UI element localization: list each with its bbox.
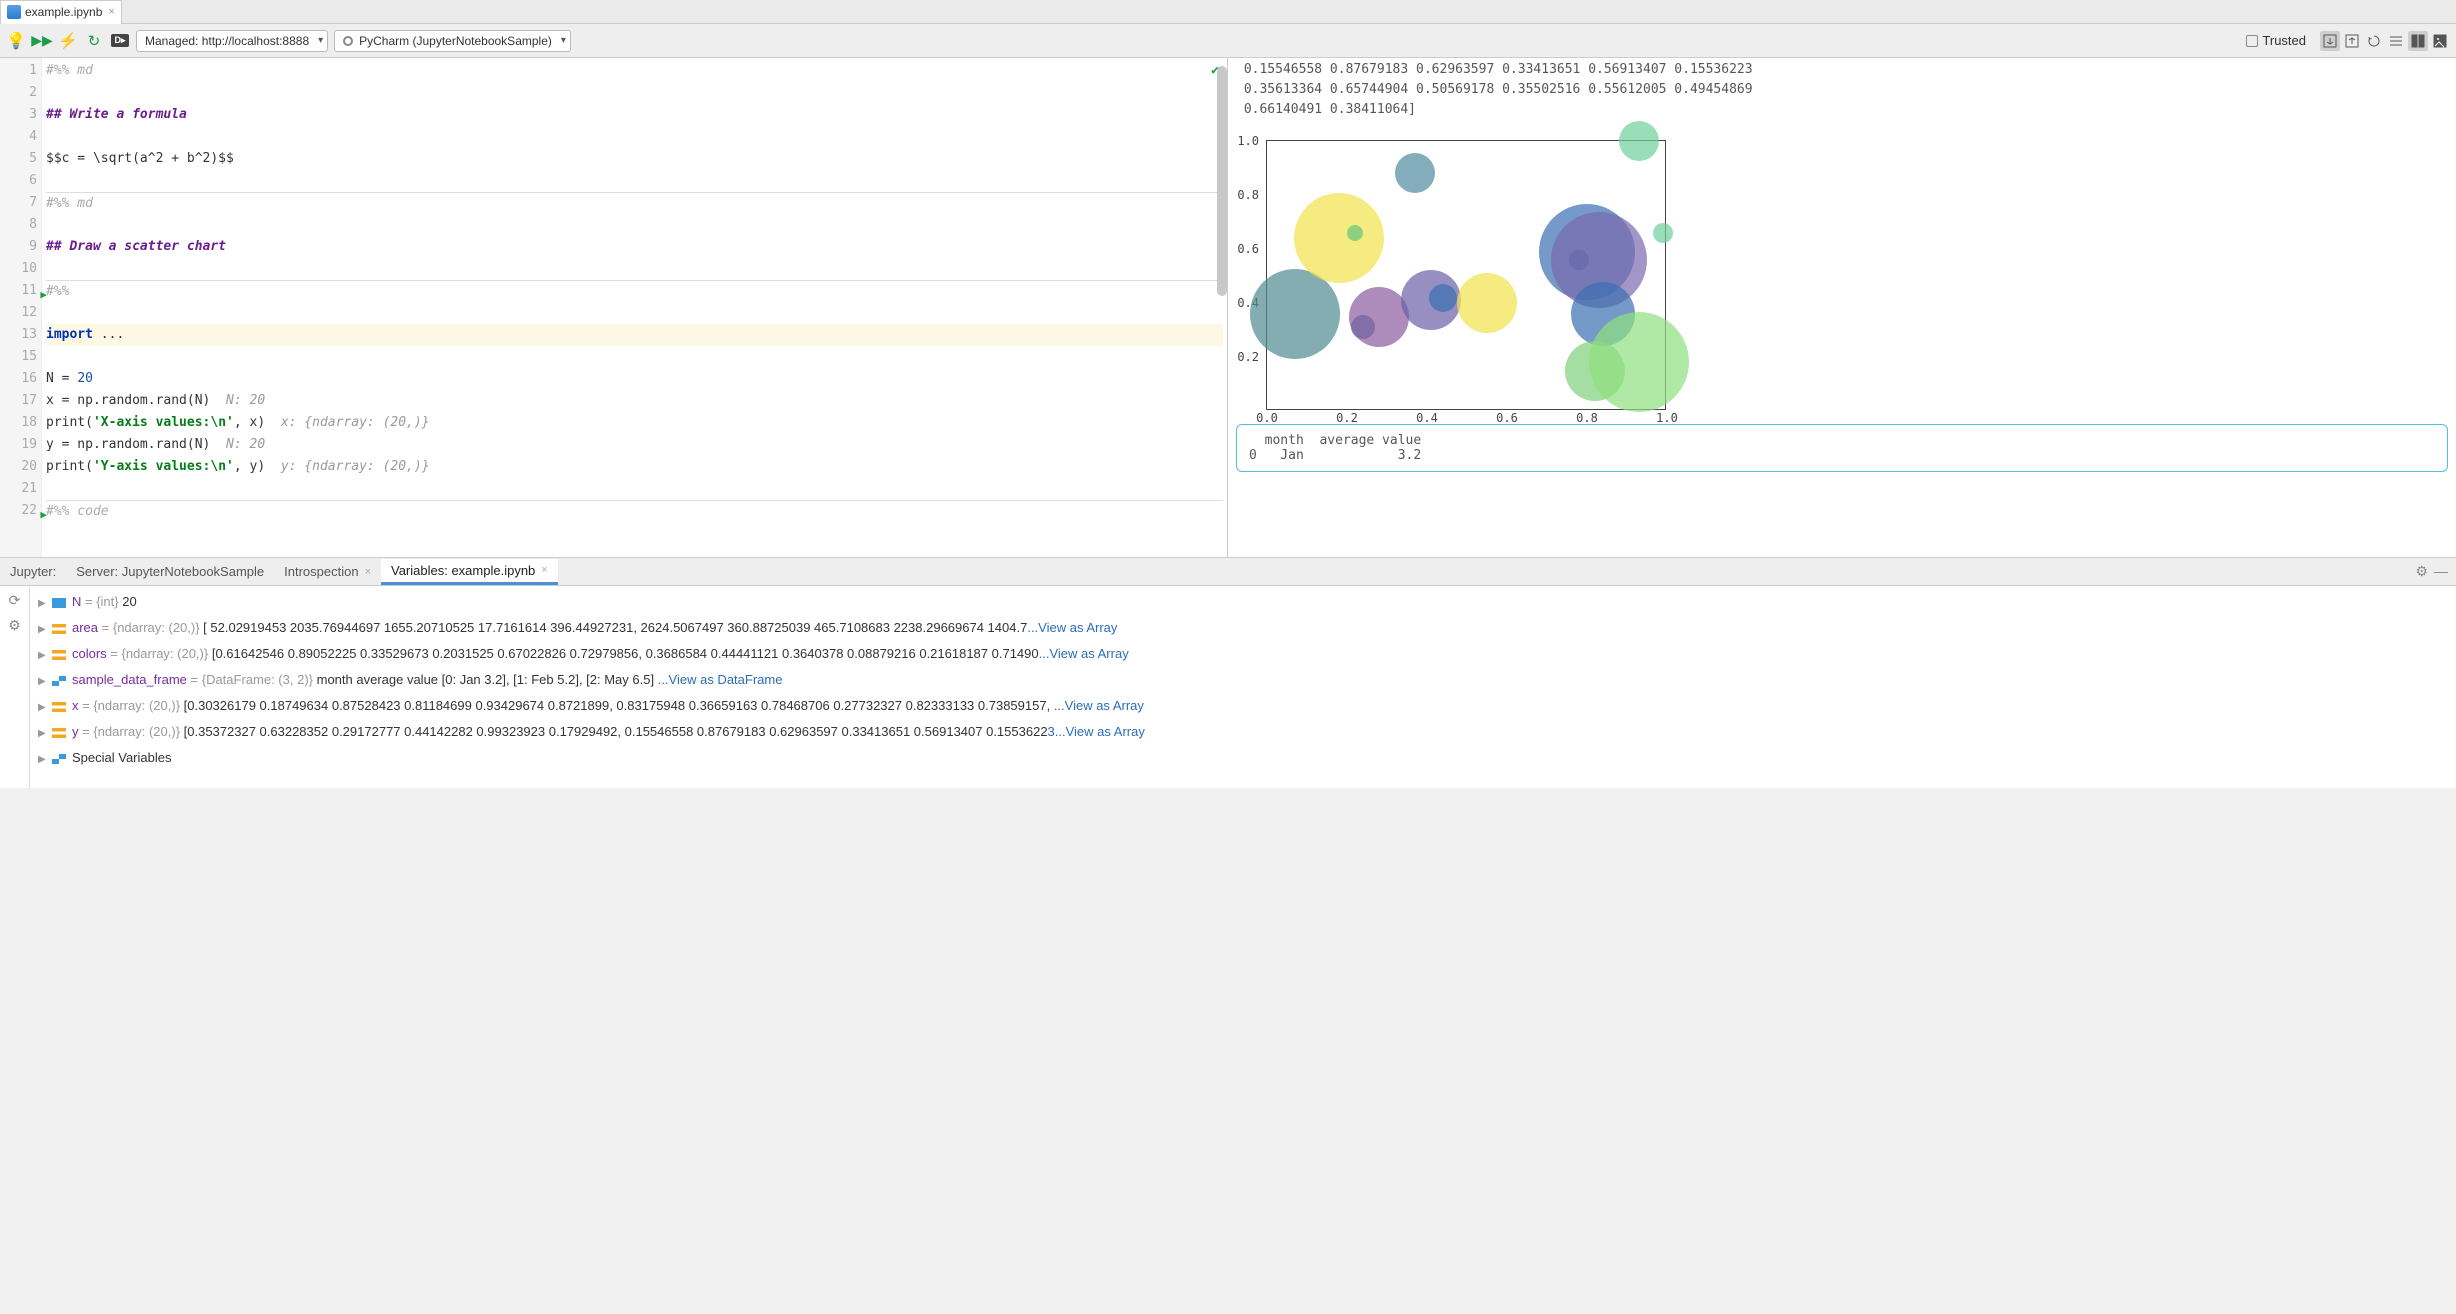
code-line[interactable]: #%% md xyxy=(46,192,1223,214)
chevron-down-icon: ▾ xyxy=(561,35,566,46)
chart-point xyxy=(1347,225,1363,241)
tab-server-label: Server: JupyterNotebookSample xyxy=(76,564,264,579)
code-line[interactable]: y = np.random.rand(N) N: 20 xyxy=(46,434,1223,456)
chart-point xyxy=(1619,121,1659,161)
variable-row[interactable]: ▶Special Variables xyxy=(38,746,2448,772)
code-line[interactable]: import ... xyxy=(46,324,1223,346)
code-line[interactable] xyxy=(46,214,1223,236)
code-line[interactable]: x = np.random.rand(N) N: 20 xyxy=(46,390,1223,412)
tab-server[interactable]: Server: JupyterNotebookSample xyxy=(66,559,274,585)
trusted-checkbox[interactable]: Trusted xyxy=(2246,33,2306,48)
code-line[interactable] xyxy=(46,258,1223,280)
code-line[interactable]: print('X-axis values:\n', x) x: {ndarray… xyxy=(46,412,1223,434)
circle-icon xyxy=(343,36,353,46)
code-line[interactable] xyxy=(46,478,1223,500)
variable-row[interactable]: ▶colors = {ndarray: (20,)} [0.61642546 0… xyxy=(38,642,2448,668)
code-line[interactable]: N = 20 xyxy=(46,368,1223,390)
server-combo[interactable]: Managed: http://localhost:8888 ▾ xyxy=(136,30,328,52)
close-icon[interactable]: × xyxy=(365,566,371,578)
code-line[interactable]: $$c = \sqrt(a^2 + b^2)$$ xyxy=(46,148,1223,170)
dataframe-output: month average value 0 Jan 3.2 xyxy=(1236,424,2448,472)
env-combo-label: PyCharm (JupyterNotebookSample) xyxy=(359,34,552,48)
restart-icon[interactable]: ↻ xyxy=(84,31,104,51)
file-tab[interactable]: example.ipynb × xyxy=(0,0,122,24)
jupyter-panel: Jupyter: Server: JupyterNotebookSample I… xyxy=(0,558,2456,788)
code-line[interactable] xyxy=(46,82,1223,104)
chevron-down-icon: ▾ xyxy=(318,35,323,46)
chart-point xyxy=(1653,223,1673,243)
split-view-icon[interactable] xyxy=(2408,31,2428,51)
tab-variables-label: Variables: example.ipynb xyxy=(391,563,535,578)
file-tabbar: example.ipynb × xyxy=(0,0,2456,24)
chart-point xyxy=(1294,193,1384,283)
chart-point xyxy=(1457,273,1517,333)
server-combo-label: Managed: http://localhost:8888 xyxy=(145,34,309,48)
panel-title: Jupyter: xyxy=(0,564,66,579)
bulb-icon[interactable]: 💡 xyxy=(6,31,26,51)
code-line[interactable] xyxy=(46,302,1223,324)
debug-icon[interactable]: D▸ xyxy=(110,31,130,51)
line-gutter: 1234567891011▶12131516171819202122▶ xyxy=(0,58,42,557)
variable-row[interactable]: ▶area = {ndarray: (20,)} [ 52.02919453 2… xyxy=(38,616,2448,642)
image-view-icon[interactable] xyxy=(2430,31,2450,51)
scroll-output-icon[interactable] xyxy=(2320,31,2340,51)
editor-scrollbar[interactable] xyxy=(1217,60,1227,320)
chart-point xyxy=(1250,269,1340,359)
code-line[interactable] xyxy=(46,170,1223,192)
list-view-icon[interactable] xyxy=(2386,31,2406,51)
code-line[interactable]: ## Write a formula xyxy=(46,104,1223,126)
variables-list: ▶N = {int} 20▶area = {ndarray: (20,)} [ … xyxy=(30,586,2456,788)
env-combo[interactable]: PyCharm (JupyterNotebookSample) ▾ xyxy=(334,30,571,52)
toolbar: 💡 ▶▶ ⚡ ↻ D▸ Managed: http://localhost:88… xyxy=(0,24,2456,58)
notebook-icon xyxy=(7,5,21,19)
code-line[interactable]: ## Draw a scatter chart xyxy=(46,236,1223,258)
chart-point xyxy=(1429,284,1457,312)
code-line[interactable]: #%% md xyxy=(46,60,1223,82)
file-tab-label: example.ipynb xyxy=(25,5,102,19)
expand-output-icon[interactable] xyxy=(2342,31,2362,51)
output-pane: 0.15546558 0.87679183 0.62963597 0.33413… xyxy=(1228,58,2456,557)
code-line[interactable]: #%% code xyxy=(46,500,1223,522)
checkbox-icon xyxy=(2246,35,2258,47)
code-editor[interactable]: ✔ #%% md## Write a formula$$c = \sqrt(a^… xyxy=(42,58,1227,557)
close-icon[interactable]: × xyxy=(108,6,114,18)
panel-sidebar: ⟳ ⚙ xyxy=(0,586,30,788)
scatter-chart: 0.20.40.60.81.0 0.00.20.40.60.81.0 xyxy=(1266,140,1666,410)
flash-icon[interactable]: ⚡ xyxy=(58,31,78,51)
variable-row[interactable]: ▶N = {int} 20 xyxy=(38,590,2448,616)
tab-introspection-label: Introspection xyxy=(284,564,358,579)
minimize-icon[interactable]: — xyxy=(2434,563,2448,580)
gear-icon[interactable]: ⚙ xyxy=(8,617,21,634)
variable-row[interactable]: ▶y = {ndarray: (20,)} [0.35372327 0.6322… xyxy=(38,720,2448,746)
tab-variables[interactable]: Variables: example.ipynb × xyxy=(381,559,558,585)
toggle-output-icon[interactable] xyxy=(2364,31,2384,51)
variable-row[interactable]: ▶sample_data_frame = {DataFrame: (3, 2)}… xyxy=(38,668,2448,694)
code-line[interactable] xyxy=(46,126,1223,148)
panel-tabs: Jupyter: Server: JupyterNotebookSample I… xyxy=(0,558,2456,586)
close-icon[interactable]: × xyxy=(541,564,547,576)
trusted-label: Trusted xyxy=(2262,33,2306,48)
variable-row[interactable]: ▶x = {ndarray: (20,)} [0.30326179 0.1874… xyxy=(38,694,2448,720)
code-line[interactable]: print('Y-axis values:\n', y) y: {ndarray… xyxy=(46,456,1223,478)
chart-point xyxy=(1349,287,1409,347)
code-line[interactable]: #%% xyxy=(46,280,1223,302)
code-line[interactable] xyxy=(46,346,1223,368)
tab-introspection[interactable]: Introspection × xyxy=(274,559,381,585)
output-text: 0.15546558 0.87679183 0.62963597 0.33413… xyxy=(1236,60,2448,120)
chart-point xyxy=(1589,312,1689,412)
refresh-icon[interactable]: ⟳ xyxy=(9,592,21,609)
gear-icon[interactable]: ⚙ xyxy=(2415,563,2428,580)
chart-point xyxy=(1395,153,1435,193)
run-icon[interactable]: ▶▶ xyxy=(32,31,52,51)
